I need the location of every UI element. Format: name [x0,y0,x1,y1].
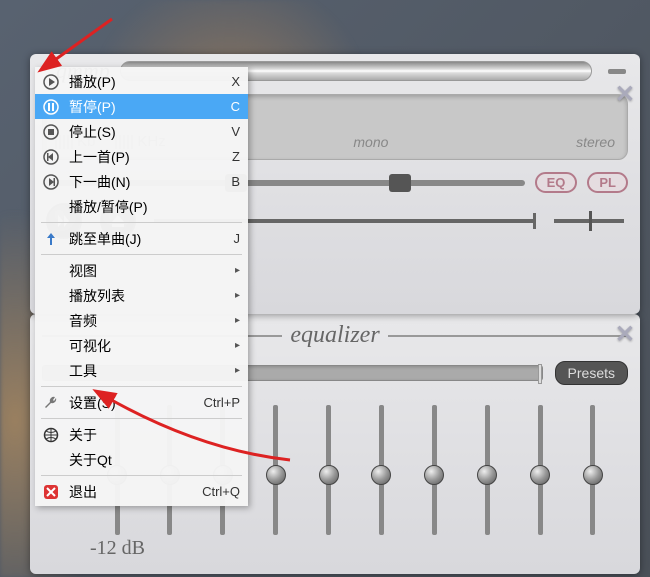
next-icon [41,172,61,192]
menu-shortcut: Z [232,149,240,164]
menu-label: 暂停(P) [69,97,231,117]
menu-item-跳至单曲(J)[interactable]: 跳至单曲(J)J [35,226,248,251]
menu-item-可视化[interactable]: 可视化▸ [35,333,248,358]
close-icon[interactable]: ✕ [615,320,635,349]
menu-shortcut: X [231,74,240,89]
menu-label: 可视化 [69,336,235,356]
menu-separator [41,386,242,387]
menu-item-上一首(P)[interactable]: 上一首(P)Z [35,144,248,169]
menu-separator [41,254,242,255]
menu-shortcut: J [234,231,241,246]
jump-icon [41,229,61,249]
eq-band-slider[interactable] [578,405,608,535]
menu-item-工具[interactable]: 工具▸ [35,358,248,383]
menu-shortcut: C [231,99,240,114]
menu-separator [41,222,242,223]
menu-item-下一曲(N)[interactable]: 下一曲(N)B [35,169,248,194]
blank-icon [41,361,61,381]
menu-item-暂停(P)[interactable]: 暂停(P)C [35,94,248,119]
menu-item-播放/暂停(P)[interactable]: 播放/暂停(P) [35,194,248,219]
blank-icon [41,286,61,306]
blank-icon [41,311,61,331]
submenu-arrow-icon: ▸ [235,290,240,301]
blank-icon [41,336,61,356]
eq-band-slider[interactable] [472,405,502,535]
stop-icon [41,122,61,142]
menu-item-播放列表[interactable]: 播放列表▸ [35,283,248,308]
presets-button[interactable]: Presets [555,361,628,385]
menu-item-停止(S)[interactable]: 停止(S)V [35,119,248,144]
eq-button[interactable]: EQ [535,172,578,193]
balance-slider[interactable] [554,219,624,223]
pl-button[interactable]: PL [587,172,628,193]
menu-label: 跳至单曲(J) [69,229,234,249]
menu-item-音频[interactable]: 音频▸ [35,308,248,333]
submenu-arrow-icon: ▸ [235,340,240,351]
menu-shortcut: Ctrl+Q [202,484,240,499]
menu-label: 工具 [69,361,235,381]
blank-icon [41,450,61,470]
blank-icon [41,197,61,217]
menu-shortcut: B [231,174,240,189]
menu-label: 停止(S) [69,122,231,142]
menu-label: 播放/暂停(P) [69,197,240,217]
close-icon[interactable]: ✕ [615,80,635,109]
menu-label: 播放列表 [69,286,235,306]
exit-icon [41,482,61,502]
menu-item-视图[interactable]: 视图▸ [35,258,248,283]
menu-label: 视图 [69,261,235,281]
blank-icon [41,261,61,281]
stereo-label: stereo [576,134,615,150]
eq-band-slider[interactable] [314,405,344,535]
db-label: -12 dB [90,537,145,560]
menu-item-退出[interactable]: 退出Ctrl+Q [35,479,248,504]
globe-icon [41,425,61,445]
menu-label: 音频 [69,311,235,331]
menu-label: 下一曲(N) [69,172,231,192]
wrench-icon [41,393,61,413]
equalizer-title: equalizer [282,322,387,349]
menu-separator [41,475,242,476]
submenu-arrow-icon: ▸ [235,315,240,326]
eq-band-slider[interactable] [366,405,396,535]
minimize-button[interactable] [608,69,626,74]
eq-band-slider[interactable] [419,405,449,535]
submenu-arrow-icon: ▸ [235,265,240,276]
menu-shortcut: V [231,124,240,139]
prev-icon [41,147,61,167]
mono-label: mono [353,134,388,150]
eq-band-slider[interactable] [525,405,555,535]
submenu-arrow-icon: ▸ [235,365,240,376]
pause-icon [41,97,61,117]
menu-label: 退出 [69,482,202,502]
menu-label: 上一首(P) [69,147,232,167]
